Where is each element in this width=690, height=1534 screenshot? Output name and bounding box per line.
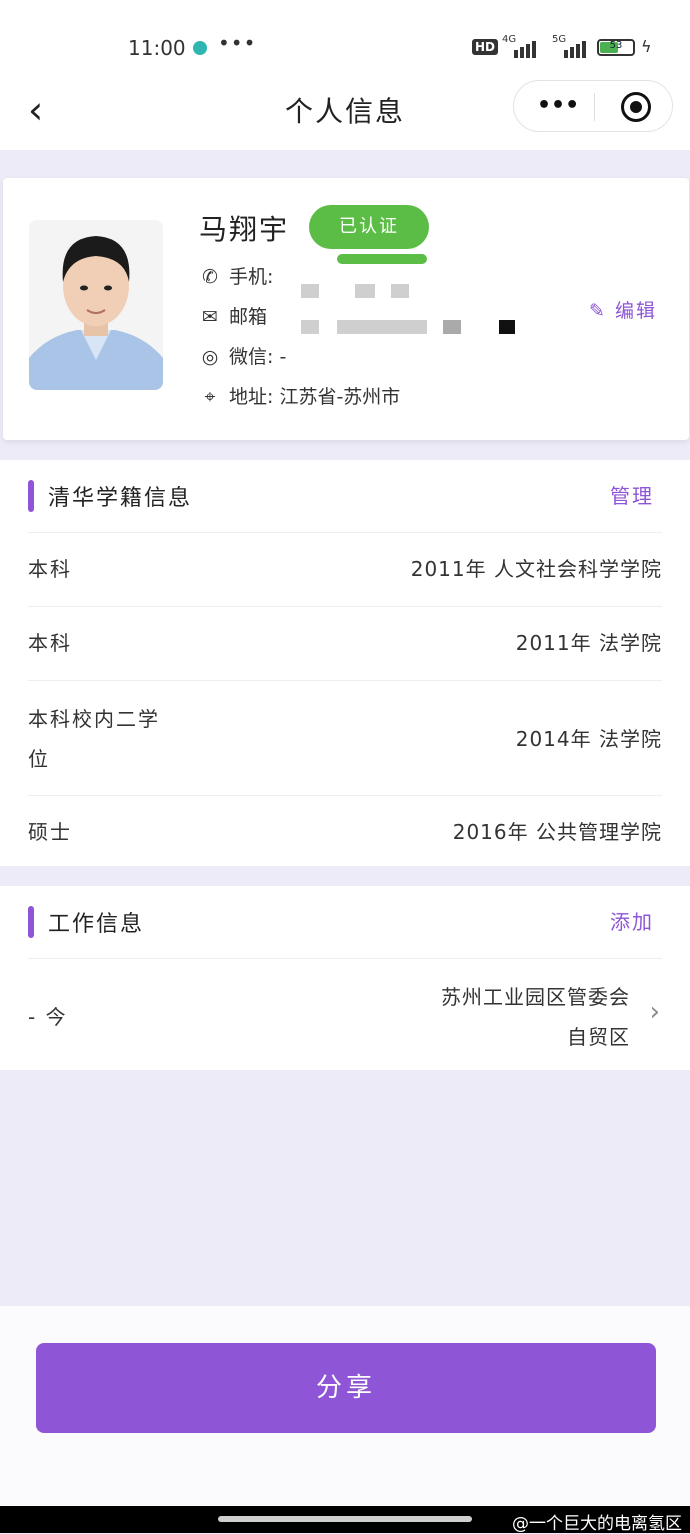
share-button[interactable]: 分享 bbox=[36, 1343, 656, 1433]
capsule-divider bbox=[594, 93, 595, 121]
work-org-line1: 苏州工业园区管委会 bbox=[441, 985, 630, 1009]
edit-button[interactable]: ✎ 编辑 bbox=[589, 296, 657, 323]
address-row: ⌖ 地址: 江苏省-苏州市 bbox=[199, 382, 401, 412]
close-target-icon[interactable] bbox=[621, 92, 651, 122]
status-time: 11:00 bbox=[128, 36, 186, 60]
battery-icon: 53 bbox=[597, 39, 635, 56]
education-row[interactable]: 本科 2011年 法学院 bbox=[28, 607, 662, 681]
verified-underline bbox=[337, 254, 427, 264]
profile-card: 马翔宇 已认证 ✆ 手机: ✉ 邮箱 ◎ 微信: - ⌖ 地址: 江苏省-苏州市 ✎ 编… bbox=[3, 178, 689, 440]
location-pin-icon: ⌖ bbox=[204, 386, 216, 408]
phone-row: ✆ 手机: bbox=[199, 262, 273, 292]
education-title: 清华学籍信息 bbox=[48, 486, 193, 511]
avatar bbox=[29, 220, 163, 390]
status-bar: 11:00 ••• HD 4G 5G 53 ϟ bbox=[0, 0, 690, 80]
mail-icon: ✉ bbox=[202, 306, 218, 328]
degree-label-line2: 位 bbox=[28, 747, 50, 771]
redacted-block bbox=[499, 320, 515, 334]
wechat-row: ◎ 微信: - bbox=[199, 342, 287, 372]
wechat-icon: ◎ bbox=[201, 346, 219, 368]
address-label: 地址: 江苏省-苏州市 bbox=[229, 386, 401, 408]
redacted-block bbox=[391, 284, 409, 298]
work-section: 工作信息 添加 - 今 苏州工业园区管委会 自贸区 › bbox=[0, 886, 690, 1070]
redacted-block bbox=[301, 320, 319, 334]
section-accent-bar bbox=[28, 480, 34, 512]
education-row[interactable]: 硕士 2016年 公共管理学院 bbox=[28, 796, 662, 869]
signal-4g-icon: 4G bbox=[502, 34, 536, 58]
verified-badge: 已认证 bbox=[309, 205, 429, 249]
degree-label-line1: 本科校内二学 bbox=[28, 707, 160, 731]
mini-program-capsule: ••• bbox=[513, 80, 673, 132]
phone-label: 手机: bbox=[229, 266, 274, 288]
redacted-block bbox=[443, 320, 461, 334]
work-row[interactable]: - 今 苏州工业园区管委会 自贸区 › bbox=[28, 959, 662, 1069]
signal-5g-icon: 5G bbox=[552, 34, 586, 58]
pencil-icon: ✎ bbox=[589, 300, 607, 322]
charging-icon: ϟ bbox=[641, 37, 652, 56]
redacted-block bbox=[301, 284, 319, 298]
redacted-block bbox=[355, 284, 375, 298]
work-org-line2: 自贸区 bbox=[567, 1025, 630, 1049]
work-header: 工作信息 添加 bbox=[28, 886, 662, 959]
home-indicator[interactable] bbox=[218, 1516, 472, 1522]
degree-detail: 2016年 公共管理学院 bbox=[452, 820, 662, 844]
profile-name: 马翔宇 bbox=[199, 213, 290, 246]
section-accent-bar bbox=[28, 906, 34, 938]
degree-detail: 2014年 法学院 bbox=[515, 727, 662, 751]
manage-button[interactable]: 管理 bbox=[610, 480, 654, 509]
wechat-label: 微信: - bbox=[229, 346, 287, 368]
degree-detail: 2011年 法学院 bbox=[515, 631, 662, 655]
edit-label: 编辑 bbox=[614, 300, 657, 322]
degree-detail: 2011年 人文社会科学学院 bbox=[410, 557, 662, 581]
add-button[interactable]: 添加 bbox=[610, 906, 654, 935]
email-label: 邮箱 bbox=[229, 306, 268, 328]
nav-bar: ‹ 个人信息 ••• bbox=[0, 80, 690, 150]
degree-label: 本科 bbox=[28, 557, 72, 581]
hd-icon: HD bbox=[472, 39, 499, 55]
app-notification-icon bbox=[193, 41, 207, 55]
more-dots-icon[interactable]: ••• bbox=[537, 95, 579, 117]
work-period: - 今 bbox=[28, 1005, 68, 1029]
watermark: @一个巨大的电离氢区 bbox=[512, 1514, 682, 1534]
education-section: 清华学籍信息 管理 本科 2011年 人文社会科学学院 本科 2011年 法学院… bbox=[0, 460, 690, 866]
education-row[interactable]: 本科 2011年 人文社会科学学院 bbox=[28, 533, 662, 607]
status-more-icon: ••• bbox=[218, 31, 257, 55]
phone-icon: ✆ bbox=[202, 266, 218, 288]
degree-label: 本科 bbox=[28, 631, 72, 655]
work-title: 工作信息 bbox=[48, 912, 145, 937]
education-header: 清华学籍信息 管理 bbox=[28, 460, 662, 533]
education-row[interactable]: 本科校内二学 位 2014年 法学院 bbox=[28, 681, 662, 796]
chevron-right-icon: › bbox=[649, 997, 660, 1027]
degree-label: 硕士 bbox=[28, 820, 72, 844]
redacted-block bbox=[337, 320, 427, 334]
email-row: ✉ 邮箱 bbox=[199, 302, 267, 332]
